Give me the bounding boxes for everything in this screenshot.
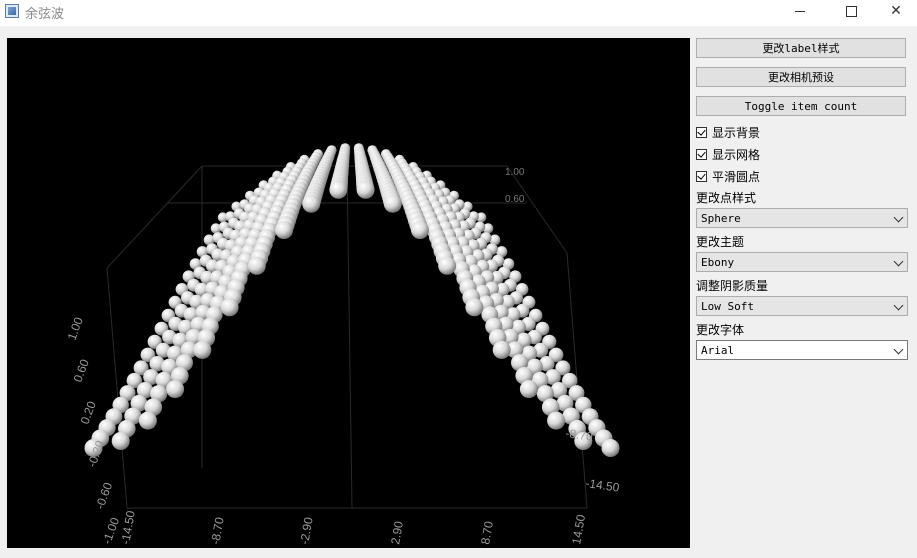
data-point xyxy=(492,340,511,359)
data-point xyxy=(465,298,484,317)
data-point xyxy=(138,411,157,430)
point-style-label: 更改点样式 xyxy=(696,191,757,205)
data-point xyxy=(302,194,321,213)
shadow-quality-label: 调整阴影质量 xyxy=(696,279,769,293)
point-style-value: Sphere xyxy=(701,211,741,225)
smooth-dots-label: 平滑圆点 xyxy=(712,169,761,184)
back-axis-label: 1.00 xyxy=(505,167,525,178)
data-point xyxy=(356,180,375,199)
toggle-item-count-button[interactable]: Toggle item count xyxy=(696,96,906,116)
data-point xyxy=(601,439,620,457)
chevron-down-icon xyxy=(893,256,904,267)
show-background-label: 显示背景 xyxy=(712,125,761,140)
checkbox-checked-icon[interactable] xyxy=(696,170,707,182)
x-tick-label: 2.90 xyxy=(388,520,406,546)
chevron-down-icon xyxy=(893,212,904,223)
close-icon: ✕ xyxy=(890,3,902,19)
x-tick-label: -8.70 xyxy=(208,516,227,546)
shadow-quality-select[interactable]: Low Soft xyxy=(696,296,908,316)
data-point xyxy=(383,194,402,213)
z-tick-label: -14.50 xyxy=(585,476,621,495)
scatter-3d-graph[interactable]: 1.00 0.60 0.20 -0.20 -0.60 -1.00 -14.50 … xyxy=(7,38,690,548)
back-axis-label: 0.60 xyxy=(505,194,525,205)
change-label-style-button[interactable]: 更改label样式 xyxy=(696,38,906,58)
z-tick-label: -8.70 xyxy=(565,426,594,444)
y-tick-label: 0.60 xyxy=(71,357,92,384)
theme-select[interactable]: Ebony xyxy=(696,252,908,272)
chevron-down-icon xyxy=(893,300,904,311)
theme-label: 更改主题 xyxy=(696,235,745,249)
x-tick-label: 8.70 xyxy=(478,520,496,546)
data-point xyxy=(193,340,212,359)
point-style-select[interactable]: Sphere xyxy=(696,208,908,228)
data-point xyxy=(329,180,348,199)
show-grid-checkbox[interactable]: 显示网格 xyxy=(696,145,760,163)
graph-canvas: 1.00 0.60 0.20 -0.20 -0.60 -1.00 -14.50 … xyxy=(65,143,621,546)
maximize-button[interactable] xyxy=(828,0,874,22)
change-camera-preset-button[interactable]: 更改相机预设 xyxy=(696,67,906,87)
data-point xyxy=(220,298,239,317)
grid-line xyxy=(346,165,353,509)
data-point xyxy=(247,256,266,275)
data-point xyxy=(111,432,130,450)
x-tick-label: -2.90 xyxy=(297,516,316,546)
minimize-button[interactable] xyxy=(777,0,823,22)
y-tick-label: 0.20 xyxy=(78,399,99,426)
maximize-icon xyxy=(845,5,857,17)
y-tick-label: -0.60 xyxy=(93,480,116,511)
shadow-quality-value: Low Soft xyxy=(701,299,754,313)
grid-line xyxy=(506,165,568,254)
window-title: 余弦波 xyxy=(25,7,65,22)
data-points xyxy=(84,143,620,457)
show-grid-label: 显示网格 xyxy=(712,147,761,162)
minimize-icon xyxy=(795,10,805,12)
y-tick-label: 1.00 xyxy=(65,315,86,342)
title-bar: 余弦波 ✕ xyxy=(0,0,917,26)
close-button[interactable]: ✕ xyxy=(873,0,917,22)
theme-value: Ebony xyxy=(701,255,735,269)
show-background-checkbox[interactable]: 显示背景 xyxy=(696,123,760,141)
font-select[interactable]: Arial xyxy=(696,340,908,360)
data-point xyxy=(275,221,293,239)
data-point xyxy=(438,256,457,275)
data-point xyxy=(519,380,538,399)
data-point xyxy=(547,411,566,430)
font-value: Arial xyxy=(701,343,735,357)
data-point xyxy=(166,380,185,399)
checkbox-checked-icon[interactable] xyxy=(696,148,707,160)
checkbox-checked-icon[interactable] xyxy=(696,126,707,138)
data-point xyxy=(411,221,429,239)
grid-line xyxy=(106,165,203,269)
chevron-down-icon xyxy=(893,344,904,355)
font-label: 更改字体 xyxy=(696,323,745,337)
x-tick-label: -14.50 xyxy=(118,509,138,545)
app-window-icon xyxy=(5,4,19,18)
x-tick-label: 14.50 xyxy=(569,513,588,545)
smooth-dots-checkbox[interactable]: 平滑圆点 xyxy=(696,167,760,185)
